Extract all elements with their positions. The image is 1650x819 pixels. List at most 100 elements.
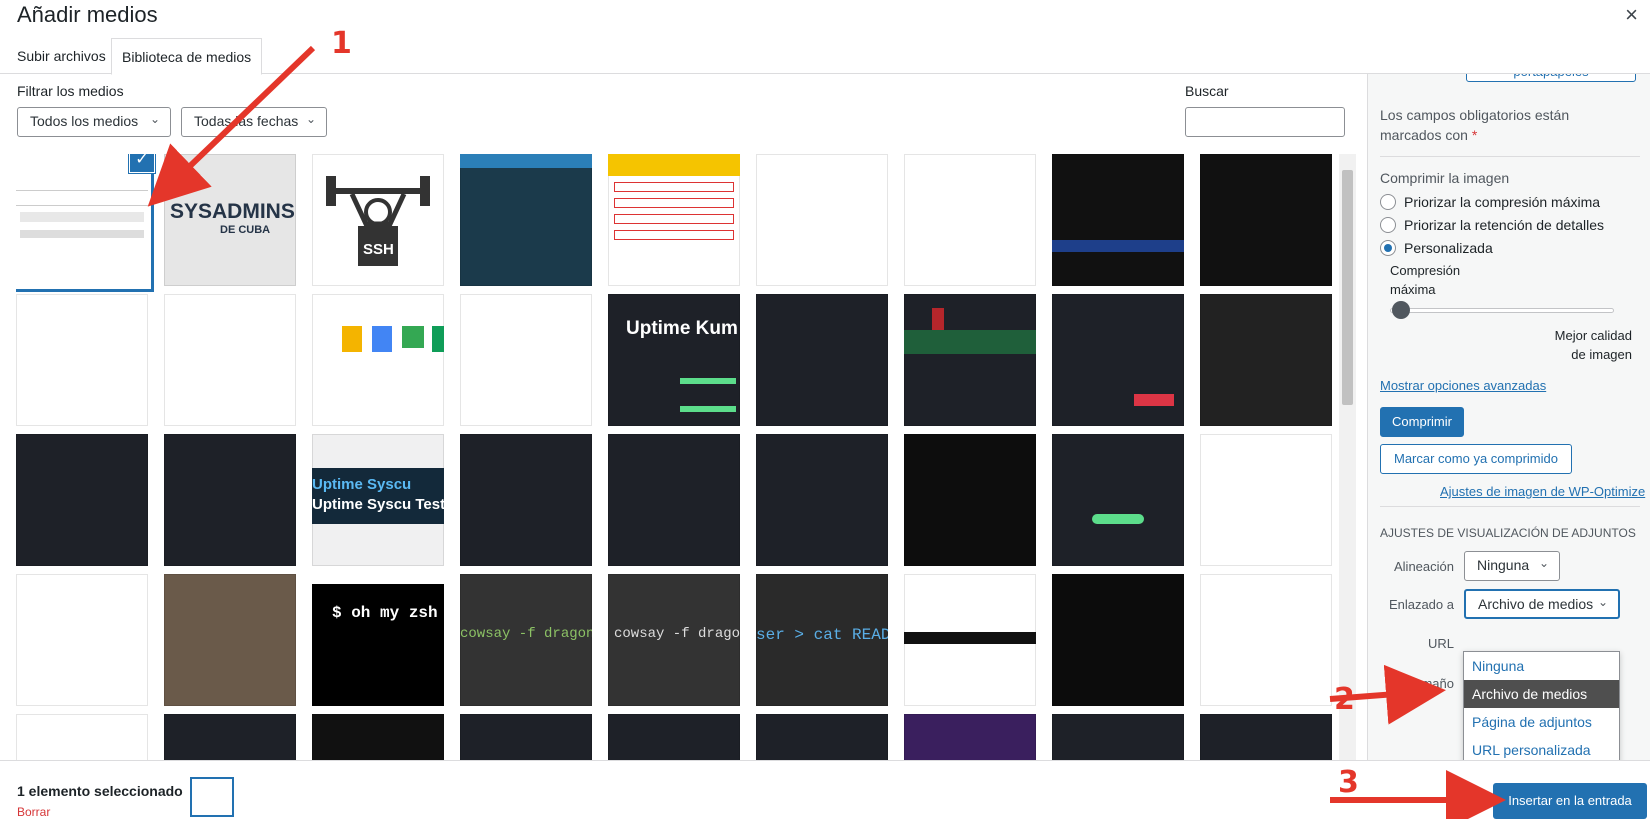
media-item[interactable] [312,714,444,760]
filter-label: Filtrar los medios [17,83,124,99]
check-icon[interactable]: ✓ [130,154,154,172]
media-item[interactable] [1052,574,1184,706]
login-button-shape [1092,514,1144,524]
media-item[interactable] [460,434,592,566]
clear-selection-link[interactable]: Borrar [17,805,50,819]
slider-right-label: Mejor calidad de imagen [1554,328,1632,362]
media-item[interactable] [904,294,1036,426]
alignment-label: Alineación [1394,559,1454,574]
selection-thumbnail[interactable] [190,777,234,817]
radio-label: Priorizar la compresión máxima [1404,194,1601,210]
required-note: Los campos obligatorios están marcados c… [1380,105,1630,145]
media-item-selected[interactable] [16,154,148,286]
weightlifter-icon [326,176,430,266]
drive-icon [402,326,424,348]
close-icon[interactable]: × [1625,2,1638,28]
compression-slider-handle[interactable] [1392,301,1410,319]
media-item[interactable] [1052,434,1184,566]
compress-heading: Comprimir la imagen [1380,170,1510,186]
media-item[interactable] [312,294,444,426]
media-item[interactable] [164,574,296,706]
media-item[interactable]: SYSADMINS DE CUBA [164,154,296,286]
media-item[interactable] [756,294,888,426]
media-item[interactable] [1200,574,1332,706]
dropdown-option-media-file[interactable]: Archivo de medios [1464,680,1619,708]
media-item[interactable] [1052,714,1184,760]
media-grid: ✓ SYSADMINS DE CUBA SSH Uptime Kum Uptim… [16,154,1334,760]
tab-media-library[interactable]: Biblioteca de medios [111,38,263,75]
display-settings-heading: AJUSTES DE VISUALIZACIÓN DE ADJUNTOS [1380,526,1636,540]
media-toolbar: 1 elemento seleccionado Borrar [0,760,1650,819]
mark-compressed-button[interactable]: Marcar como ya comprimido [1380,444,1572,474]
terminal-text: cowsay -f dragon "I [460,626,592,642]
advanced-options-link[interactable]: Mostrar opciones avanzadas [1380,378,1546,393]
annotation-number-2: 2 [1334,682,1355,717]
alignment-select[interactable]: Ninguna ⌄ [1464,551,1560,581]
media-item[interactable] [16,574,148,706]
media-item[interactable]: cowsay -f dragon "I [460,574,592,706]
field-strip [614,198,734,208]
compression-slider-track[interactable] [1390,308,1614,313]
media-item[interactable]: ser > cat READ [756,574,888,706]
dropdown-option-attachment-page[interactable]: Página de adjuntos [1464,708,1619,736]
media-item[interactable] [16,294,148,426]
logo-text: SYSADMINS [170,200,295,223]
media-item[interactable] [904,574,1036,706]
media-item[interactable] [608,154,740,286]
radio-max-compression[interactable]: Priorizar la compresión máxima [1380,194,1600,210]
media-item[interactable] [756,714,888,760]
radio-retain-detail[interactable]: Priorizar la retención de detalles [1380,217,1604,233]
alert-badge [1134,394,1174,406]
field-strip [614,182,734,192]
media-item[interactable] [756,154,888,286]
header-strip [460,154,592,168]
wpo-settings-link[interactable]: Ajustes de imagen de WP-Optimize [1440,484,1645,499]
media-item[interactable] [1200,434,1332,566]
media-item[interactable] [164,294,296,426]
tab-upload-files[interactable]: Subir archivos [7,38,116,75]
media-item[interactable]: $ oh my zsh [312,574,444,706]
media-item[interactable] [1200,294,1332,426]
media-item[interactable] [904,714,1036,760]
media-item[interactable] [1052,154,1184,286]
media-item[interactable] [164,434,296,566]
media-item[interactable] [756,434,888,566]
window-bar [312,574,444,584]
date-select[interactable]: Todas las fechas ⌄ [181,107,327,137]
media-item[interactable]: SSH [312,154,444,286]
media-item[interactable]: cowsay -f dragon "I [608,574,740,706]
media-item[interactable] [1200,154,1332,286]
insert-into-post-button[interactable]: Insertar en la entrada [1493,783,1647,819]
divider [1380,506,1640,507]
clipboard-button[interactable]: portapapeles [1466,74,1636,82]
media-item[interactable] [904,434,1036,566]
media-item[interactable] [608,714,740,760]
radio-custom[interactable]: Personalizada [1380,240,1493,256]
media-item[interactable]: Uptime Syscu Uptime Syscu Testing [312,434,444,566]
compress-button[interactable]: Comprimir [1380,407,1464,437]
search-input[interactable] [1185,107,1345,137]
banner-line-1: Uptime Syscu [312,476,412,493]
dropdown-option-none[interactable]: Ninguna [1464,652,1619,680]
media-item[interactable] [460,714,592,760]
grid-scrollbar-thumb[interactable] [1342,170,1353,405]
chart-area [904,330,1036,354]
media-type-select[interactable]: Todos los medios ⌄ [17,107,171,137]
media-item[interactable] [460,154,592,286]
media-item[interactable]: Uptime Kum [608,294,740,426]
media-item[interactable] [904,154,1036,286]
slider-left-label: Compresión máxima [1390,263,1461,297]
media-item[interactable] [608,434,740,566]
media-item[interactable] [16,714,148,760]
media-item[interactable] [460,294,592,426]
media-item[interactable] [164,714,296,760]
media-type-value: Todos los medios [30,113,139,129]
status-bar [680,378,736,384]
media-item[interactable] [1200,714,1332,760]
uptime-kuma-text: Uptime Kum [626,318,738,339]
media-item[interactable] [1052,294,1184,426]
media-modal: Añadir medios × Subir archivos Bibliotec… [0,0,1650,819]
media-item[interactable] [16,434,148,566]
link-to-value: Archivo de medios [1478,596,1594,612]
link-to-select[interactable]: Archivo de medios ⌄ [1464,589,1620,619]
